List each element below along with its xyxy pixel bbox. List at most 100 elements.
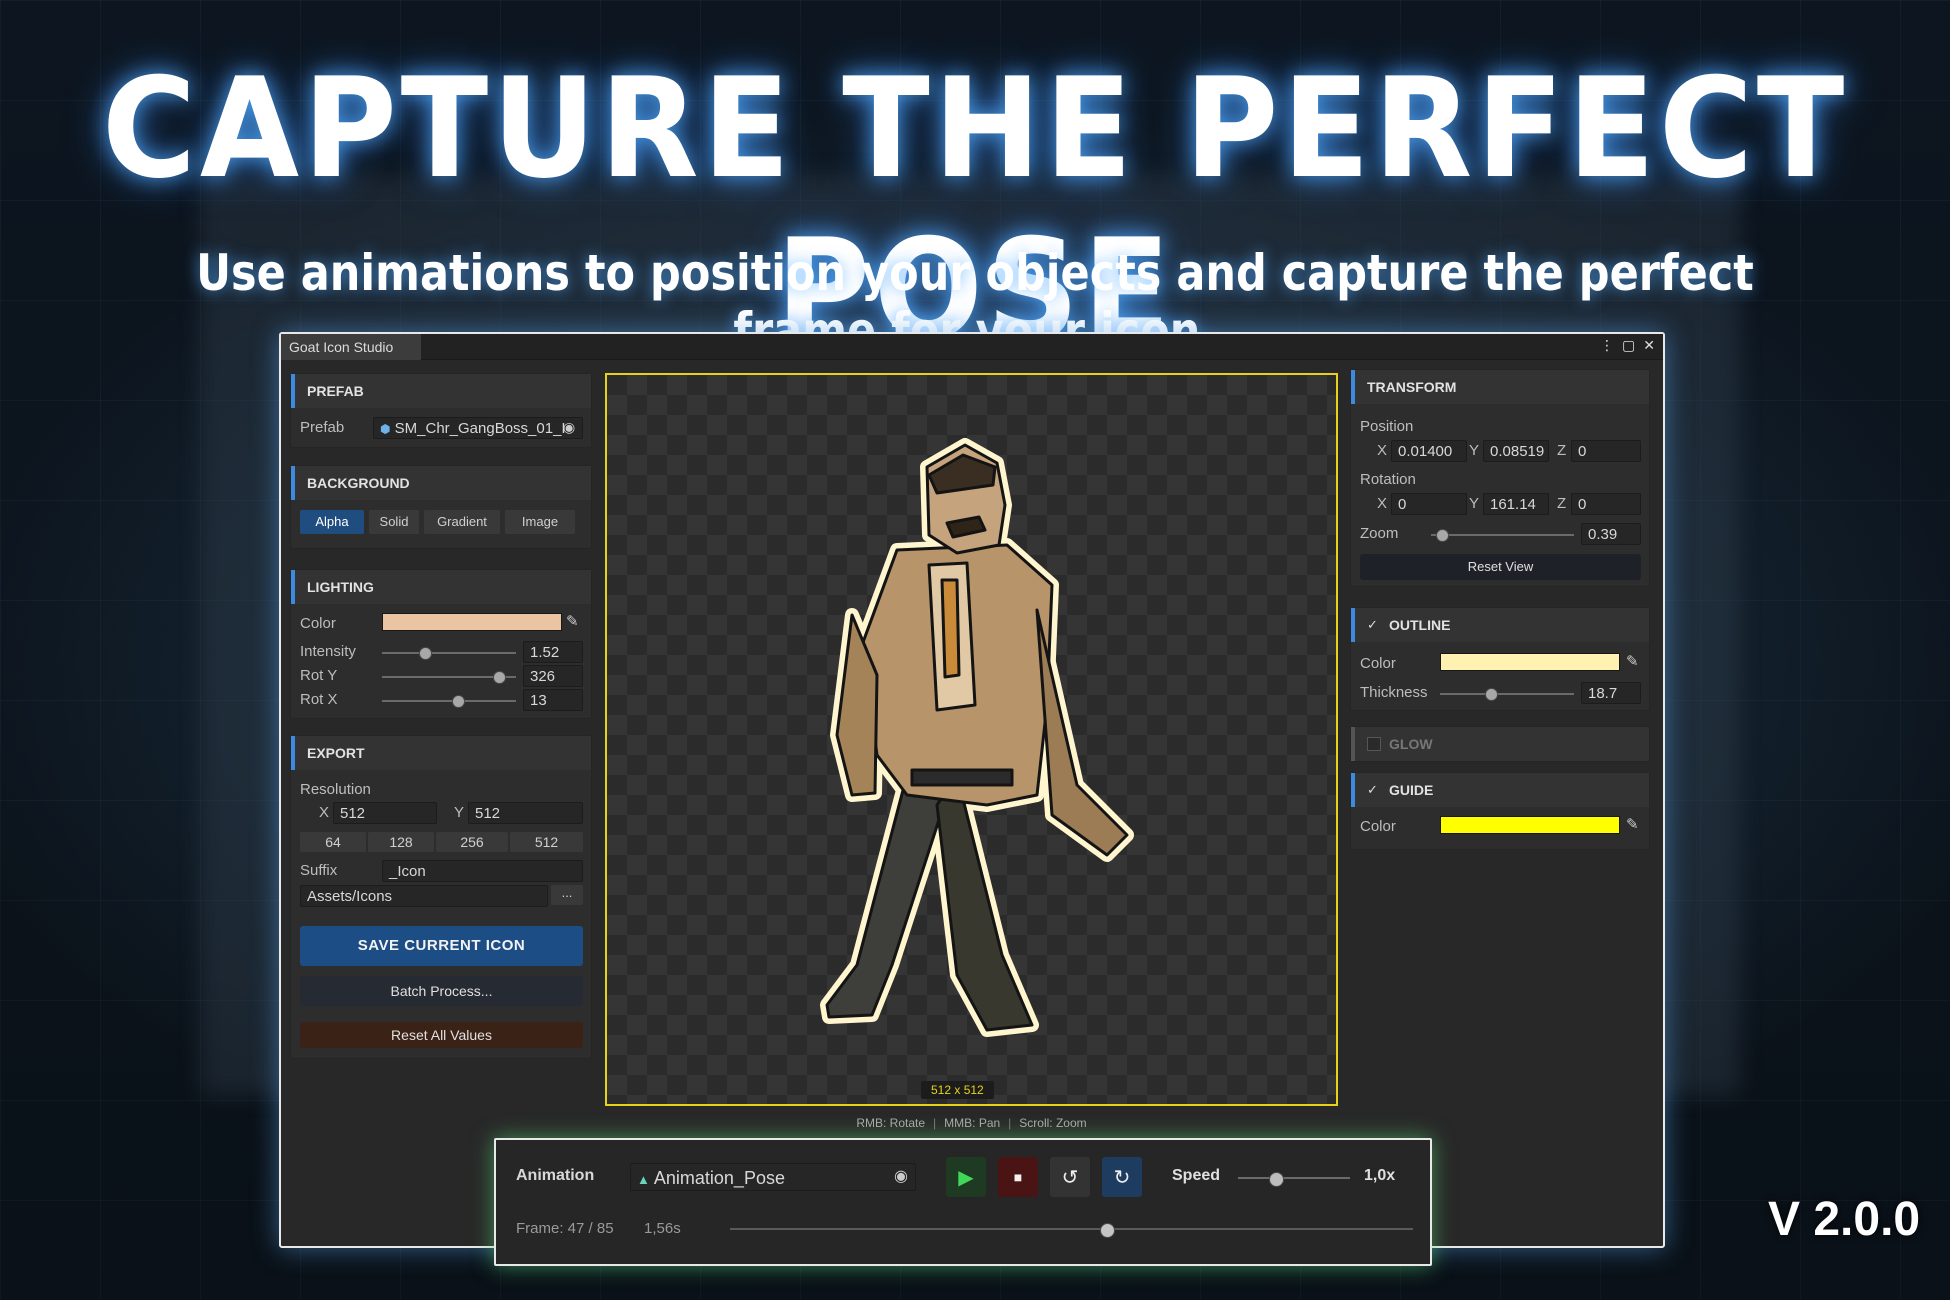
glow-checkbox[interactable]	[1367, 737, 1381, 751]
reset-view-button[interactable]: Reset View	[1360, 554, 1641, 580]
close-icon[interactable]: ✕	[1643, 337, 1655, 354]
bg-option-gradient[interactable]: Gradient	[424, 510, 500, 534]
preset-64[interactable]: 64	[300, 832, 366, 852]
stop-button[interactable]: ■	[998, 1157, 1038, 1197]
pos-x-axis: X	[1377, 442, 1388, 459]
bg-option-alpha[interactable]: Alpha	[300, 510, 364, 534]
version-label: V 2.0.0	[1768, 1193, 1921, 1246]
lighting-panel: LIGHTING Color ✎ Intensity 1.52 Rot Y 32…	[290, 569, 592, 719]
intensity-slider-handle[interactable]	[418, 647, 432, 660]
timeline-scrubber-handle[interactable]	[1099, 1223, 1115, 1238]
rotation-label: Rotation	[1360, 471, 1416, 488]
thickness-field[interactable]: 18.7	[1581, 682, 1641, 704]
roty-label: Rot Y	[300, 667, 338, 684]
zoom-slider-track[interactable]	[1431, 534, 1574, 536]
prefab-field[interactable]: ⬢ SM_Chr_GangBoss_01_I	[373, 417, 583, 439]
lighting-color-swatch[interactable]	[382, 613, 562, 631]
guide-color-label: Color	[1360, 818, 1396, 835]
animation-clip-field[interactable]: ▲ Animation_Pose	[630, 1163, 916, 1191]
rotation-y-field[interactable]: 161.14	[1483, 493, 1549, 515]
preset-128[interactable]: 128	[368, 832, 434, 852]
batch-process-button[interactable]: Batch Process...	[300, 976, 583, 1006]
thickness-slider-track[interactable]	[1440, 693, 1574, 695]
thickness-slider-handle[interactable]	[1484, 688, 1498, 701]
eyedropper-icon[interactable]: ✎	[566, 612, 579, 630]
preset-512[interactable]: 512	[510, 832, 583, 852]
outline-panel: ✓ OUTLINE Color ✎ Thickness 18.7	[1350, 607, 1650, 711]
guide-eyedropper-icon[interactable]: ✎	[1626, 815, 1639, 833]
suffix-label: Suffix	[300, 862, 338, 879]
prefab-value: SM_Chr_GangBoss_01_I	[394, 420, 566, 437]
window-controls: ⋮ ▢ ✕	[1600, 337, 1655, 354]
speed-slider-handle[interactable]	[1268, 1172, 1284, 1187]
hint-zoom: Scroll: Zoom	[1019, 1116, 1087, 1130]
resolution-badge: 512 x 512	[921, 1081, 994, 1099]
save-current-icon-button[interactable]: SAVE CURRENT ICON	[300, 926, 583, 966]
clip-picker-icon[interactable]: ◉	[894, 1166, 908, 1186]
bg-option-solid[interactable]: Solid	[369, 510, 419, 534]
outline-checkbox[interactable]: ✓	[1367, 618, 1381, 632]
bg-option-image[interactable]: Image	[505, 510, 575, 534]
rewind-button[interactable]: ↺	[1050, 1157, 1090, 1197]
position-z-field[interactable]: 0	[1571, 440, 1641, 462]
zoom-slider-handle[interactable]	[1436, 529, 1450, 542]
loop-button[interactable]: ↻	[1102, 1157, 1142, 1197]
position-label: Position	[1360, 418, 1414, 435]
suffix-field[interactable]: _Icon	[382, 860, 583, 882]
timeline-track[interactable]	[730, 1228, 1413, 1230]
browse-path-button[interactable]: ...	[551, 885, 583, 905]
preview-viewport[interactable]: 512 x 512	[605, 373, 1338, 1106]
time-counter: 1,56s	[644, 1220, 681, 1237]
thickness-label: Thickness	[1360, 684, 1428, 701]
play-button[interactable]: ▶	[946, 1157, 986, 1197]
rot-z-axis: Z	[1557, 495, 1567, 512]
window-tab[interactable]: Goat Icon Studio	[281, 334, 421, 360]
speed-slider-track[interactable]	[1238, 1177, 1350, 1179]
window-menu-icon[interactable]: ⋮	[1600, 337, 1614, 354]
background-header: BACKGROUND	[291, 466, 591, 500]
animation-clip-name: Animation_Pose	[653, 1168, 785, 1188]
viewport-hints: RMB: Rotate | MMB: Pan | Scroll: Zoom	[605, 1116, 1338, 1130]
rewind-icon: ↺	[1061, 1166, 1079, 1189]
intensity-slider-track[interactable]	[382, 652, 516, 654]
guide-checkbox[interactable]: ✓	[1367, 783, 1381, 797]
play-icon: ▶	[958, 1166, 974, 1189]
roty-field[interactable]: 326	[523, 665, 583, 687]
guide-color-swatch[interactable]	[1440, 816, 1620, 834]
zoom-field[interactable]: 0.39	[1581, 523, 1641, 545]
rotx-slider-track[interactable]	[382, 700, 516, 702]
outline-eyedropper-icon[interactable]: ✎	[1626, 652, 1639, 670]
intensity-label: Intensity	[300, 643, 356, 660]
pos-y-axis: Y	[1469, 442, 1480, 459]
export-path-field[interactable]: Assets/Icons	[300, 885, 548, 907]
outline-color-swatch[interactable]	[1440, 653, 1620, 671]
rotation-z-field[interactable]: 0	[1571, 493, 1641, 515]
stop-icon: ■	[1013, 1169, 1023, 1185]
resolution-y-field[interactable]: 512	[468, 802, 583, 824]
intensity-field[interactable]: 1.52	[523, 641, 583, 663]
rotx-label: Rot X	[300, 691, 338, 708]
position-y-field[interactable]: 0.08519	[1483, 440, 1549, 462]
window-titlebar: Goat Icon Studio ⋮ ▢ ✕	[281, 334, 1663, 360]
object-picker-icon[interactable]: ◉	[563, 419, 575, 436]
rotx-slider-handle[interactable]	[452, 695, 466, 708]
resolution-label: Resolution	[300, 781, 371, 798]
roty-slider-handle[interactable]	[492, 671, 506, 684]
rot-x-axis: X	[1377, 495, 1388, 512]
transform-panel: TRANSFORM Position X 0.01400 Y 0.08519 Z…	[1350, 369, 1650, 587]
prefab-label: Prefab	[300, 419, 345, 436]
reset-all-values-button[interactable]: Reset All Values	[300, 1022, 583, 1048]
guide-header: ✓ GUIDE	[1351, 773, 1649, 807]
guide-title: GUIDE	[1389, 782, 1434, 798]
export-header: EXPORT	[291, 736, 591, 770]
rotation-x-field[interactable]: 0	[1391, 493, 1467, 515]
lighting-header: LIGHTING	[291, 570, 591, 604]
preset-256[interactable]: 256	[436, 832, 508, 852]
glow-panel: GLOW	[1350, 726, 1650, 762]
prefab-cube-icon: ⬢	[380, 422, 391, 436]
maximize-icon[interactable]: ▢	[1622, 337, 1635, 354]
rotx-field[interactable]: 13	[523, 689, 583, 711]
position-x-field[interactable]: 0.01400	[1391, 440, 1467, 462]
resolution-x-field[interactable]: 512	[333, 802, 437, 824]
loop-icon: ↻	[1113, 1166, 1131, 1189]
